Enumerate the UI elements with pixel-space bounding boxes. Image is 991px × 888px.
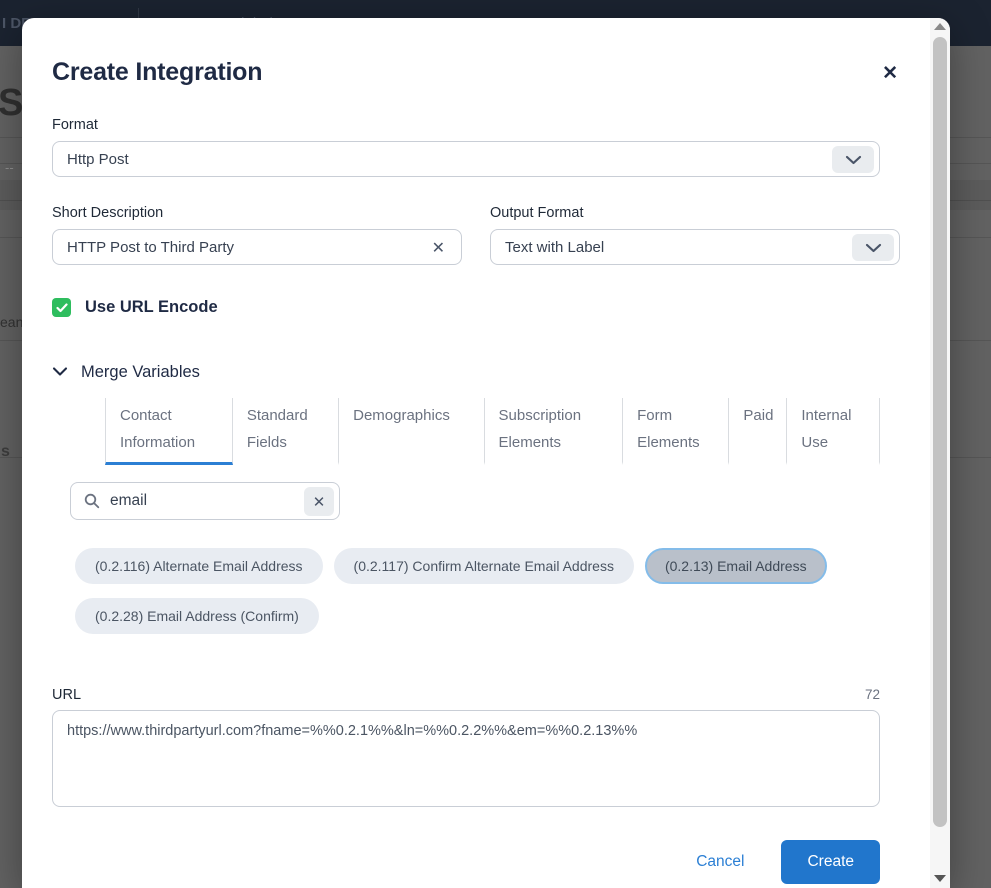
chevron-down-icon bbox=[52, 364, 68, 382]
use-url-encode-row: Use URL Encode bbox=[52, 298, 880, 317]
clear-search-icon[interactable]: ✕ bbox=[304, 487, 334, 516]
tab-standard-fields[interactable]: Standard Fields bbox=[233, 398, 339, 465]
format-selected-value: Http Post bbox=[53, 151, 879, 168]
tab-contact-information[interactable]: Contact Information bbox=[105, 398, 233, 465]
format-select[interactable]: Http Post bbox=[52, 141, 880, 177]
clear-icon[interactable]: ✕ bbox=[432, 238, 445, 258]
merge-variable-search-box: ✕ bbox=[70, 482, 340, 520]
create-button[interactable]: Create bbox=[781, 840, 880, 884]
chip-email-address[interactable]: (0.2.13) Email Address bbox=[645, 548, 827, 584]
tab-paid[interactable]: Paid bbox=[729, 398, 787, 465]
modal-title: Create Integration bbox=[52, 58, 880, 87]
use-url-encode-label: Use URL Encode bbox=[85, 298, 218, 317]
description-output-row: Short Description ✕ Output Format Text w… bbox=[52, 205, 880, 265]
tab-form-elements[interactable]: Form Elements bbox=[623, 398, 729, 465]
chip-confirm-alternate-email-address[interactable]: (0.2.117) Confirm Alternate Email Addres… bbox=[334, 548, 634, 584]
short-description-input[interactable] bbox=[53, 239, 461, 256]
backdrop-partial-text: ean bbox=[0, 314, 23, 330]
output-format-select[interactable]: Text with Label bbox=[490, 229, 900, 265]
tab-internal-use[interactable]: Internal Use bbox=[787, 398, 880, 465]
url-label: URL bbox=[52, 687, 81, 703]
tab-demographics[interactable]: Demographics bbox=[339, 398, 484, 465]
chevron-down-icon[interactable] bbox=[832, 146, 874, 173]
output-format-label: Output Format bbox=[490, 205, 900, 221]
modal-footer: Cancel Create bbox=[52, 840, 880, 884]
scrollbar-thumb[interactable] bbox=[933, 37, 947, 827]
merge-variable-chips: (0.2.116) Alternate Email Address (0.2.1… bbox=[75, 548, 835, 634]
tab-subscription-elements[interactable]: Subscription Elements bbox=[485, 398, 624, 465]
search-input[interactable] bbox=[110, 492, 295, 510]
short-description-box: ✕ bbox=[52, 229, 462, 265]
close-icon[interactable]: ✕ bbox=[882, 64, 898, 83]
merge-variables-tabs: Contact Information Standard Fields Demo… bbox=[105, 398, 880, 465]
chip-alternate-email-address[interactable]: (0.2.116) Alternate Email Address bbox=[75, 548, 323, 584]
url-char-count: 72 bbox=[865, 687, 880, 702]
url-section: URL 72 https://www.thirdpartyurl.com?fna… bbox=[52, 687, 880, 812]
modal-scrollbar[interactable] bbox=[930, 18, 950, 888]
chevron-down-icon[interactable] bbox=[852, 234, 894, 261]
search-icon bbox=[84, 493, 100, 509]
merge-variables-toggle[interactable]: Merge Variables bbox=[52, 363, 880, 382]
cancel-button[interactable]: Cancel bbox=[696, 853, 744, 871]
modal-body: Create Integration ✕ Format Http Post Sh… bbox=[22, 18, 950, 888]
backdrop-partial-heading: S bbox=[0, 82, 23, 125]
short-description-label: Short Description bbox=[52, 205, 462, 221]
short-description-group: Short Description ✕ bbox=[52, 205, 462, 265]
scroll-up-arrow-icon[interactable] bbox=[934, 23, 946, 30]
backdrop-partial-text: s bbox=[1, 443, 10, 461]
format-label: Format bbox=[52, 117, 880, 133]
use-url-encode-checkbox[interactable] bbox=[52, 298, 71, 317]
format-group: Format Http Post bbox=[52, 117, 880, 177]
scroll-down-arrow-icon[interactable] bbox=[934, 875, 946, 882]
backdrop-partial-dashes: -- bbox=[5, 160, 14, 175]
output-format-selected-value: Text with Label bbox=[491, 239, 899, 256]
chip-email-address-confirm[interactable]: (0.2.28) Email Address (Confirm) bbox=[75, 598, 319, 634]
merge-variables-label: Merge Variables bbox=[81, 363, 200, 382]
output-format-group: Output Format Text with Label bbox=[490, 205, 900, 265]
create-integration-modal: Create Integration ✕ Format Http Post Sh… bbox=[22, 18, 950, 888]
url-textarea[interactable]: https://www.thirdpartyurl.com?fname=%%0.… bbox=[52, 710, 880, 807]
url-label-row: URL 72 bbox=[52, 687, 880, 703]
